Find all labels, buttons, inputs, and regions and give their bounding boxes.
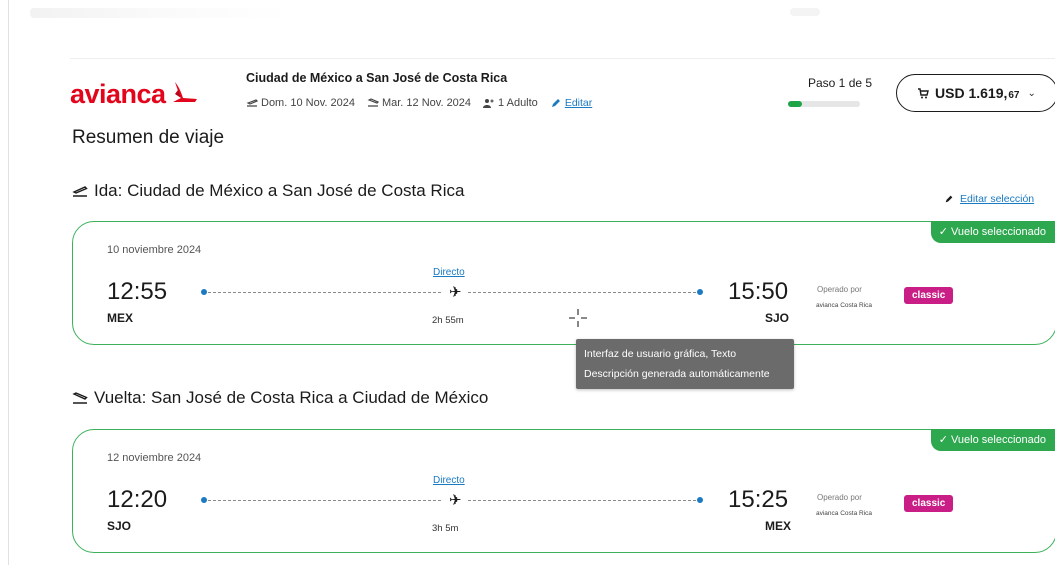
cart-price-decimals: 67 — [1008, 89, 1020, 101]
tooltip-line-2: Descripción generada automáticamente — [584, 368, 770, 380]
edit-link-label[interactable]: Editar — [565, 97, 592, 109]
step-progress-fill — [788, 101, 803, 107]
operator-name: avianca Costa Rica — [816, 510, 872, 517]
departure-time: 12:20 — [107, 486, 168, 513]
edit-search-link[interactable]: Editar — [550, 97, 592, 109]
plane-takeoff-icon — [246, 99, 258, 107]
page-left-border — [8, 0, 9, 565]
step-progress-bar — [788, 101, 860, 107]
passengers-segment: 1 Adulto — [483, 97, 538, 109]
selected-flight-badge: ✓ Vuelo seleccionado — [930, 429, 1055, 451]
header-route-title: Ciudad de México a San José de Costa Ric… — [246, 71, 508, 85]
alt-text-tooltip: Interfaz de usuario gráfica, Texto Descr… — [576, 339, 794, 389]
route-line: ✈ — [201, 283, 703, 301]
return-date: Mar. 12 Nov. 2024 — [381, 97, 472, 109]
cart-price: USD 1.619, — [935, 85, 1008, 101]
return-flight-card[interactable]: ✓ Vuelo seleccionado 12 noviembre 2024 1… — [72, 429, 1055, 553]
avianca-bird-icon — [172, 81, 197, 102]
destination-dot — [697, 289, 703, 295]
departure-airport-code: MEX — [107, 311, 134, 325]
depart-date: Dom. 10 Nov. 2024 — [261, 97, 355, 109]
arrival-time: 15:50 — [728, 278, 789, 305]
operated-by-label: Operado por — [817, 285, 862, 294]
arrival-time: 15:25 — [728, 486, 789, 513]
faded-top-bar — [30, 8, 290, 18]
return-section-title: Vuelta: San José de Costa Rica a Ciudad … — [72, 388, 488, 408]
passengers-count: 1 Adulto — [498, 97, 538, 109]
flight-duration: 3h 5m — [432, 523, 459, 534]
cart-total-button[interactable]: USD 1.619, 67 ⌄ — [896, 74, 1055, 112]
flight-date: 12 noviembre 2024 — [107, 452, 202, 464]
faded-top-bar-right — [790, 8, 820, 16]
outbound-section-title: Ida: Ciudad de México a San José de Cost… — [72, 181, 464, 201]
depart-date-segment: Dom. 10 Nov. 2024 — [246, 97, 355, 109]
operated-by-label: Operado por — [817, 493, 862, 502]
passenger-icon — [483, 99, 494, 108]
avianca-logo[interactable]: avianca — [70, 79, 199, 110]
trip-summary: Dom. 10 Nov. 2024 Mar. 12 Nov. 2024 1 Ad… — [246, 97, 604, 109]
flight-duration: 2h 55m — [432, 315, 464, 326]
direct-flight-link[interactable]: Directo — [433, 475, 465, 486]
edit-selection-link[interactable]: Editar selección — [944, 193, 1034, 205]
route-line: ✈ — [201, 491, 703, 509]
departure-time: 12:55 — [107, 278, 168, 305]
origin-dot — [201, 497, 207, 503]
selected-flight-badge: ✓ Vuelo seleccionado — [930, 221, 1055, 243]
page-title: Resumen de viaje — [72, 127, 225, 148]
crosshair-cursor-icon — [569, 309, 587, 327]
plane-takeoff-icon — [72, 186, 88, 197]
pencil-icon — [945, 195, 953, 203]
outbound-title-text: Ida: Ciudad de México a San José de Cost… — [94, 181, 465, 200]
outbound-flight-card[interactable]: ✓ Vuelo seleccionado 10 noviembre 2024 1… — [72, 221, 1055, 345]
arrival-airport-code: SJO — [765, 311, 790, 325]
arrival-airport-code: MEX — [765, 519, 792, 533]
plane-icon: ✈ — [443, 491, 468, 509]
booking-header: avianca Ciudad de México a San José de C… — [70, 58, 1055, 122]
pencil-icon — [551, 99, 560, 107]
chevron-down-icon: ⌄ — [1027, 87, 1036, 99]
return-title-text: Vuelta: San José de Costa Rica a Ciudad … — [94, 388, 489, 407]
step-indicator: Paso 1 de 5 — [808, 76, 873, 90]
plane-icon: ✈ — [443, 283, 468, 301]
fare-classic-badge[interactable]: classic — [904, 495, 954, 512]
plane-landing-icon — [367, 98, 379, 107]
departure-airport-code: SJO — [107, 519, 132, 533]
origin-dot — [201, 289, 207, 295]
edit-selection-label[interactable]: Editar selección — [960, 193, 1034, 205]
logo-wordmark: avianca — [70, 79, 166, 109]
flight-date: 10 noviembre 2024 — [107, 244, 202, 256]
cart-icon — [918, 88, 929, 99]
operator-name: avianca Costa Rica — [816, 302, 872, 309]
direct-flight-link[interactable]: Directo — [433, 267, 465, 278]
fare-classic-badge[interactable]: classic — [904, 287, 954, 304]
destination-dot — [697, 497, 703, 503]
plane-landing-icon — [72, 392, 88, 404]
tooltip-line-1: Interfaz de usuario gráfica, Texto — [584, 348, 737, 360]
return-date-segment: Mar. 12 Nov. 2024 — [367, 97, 471, 109]
